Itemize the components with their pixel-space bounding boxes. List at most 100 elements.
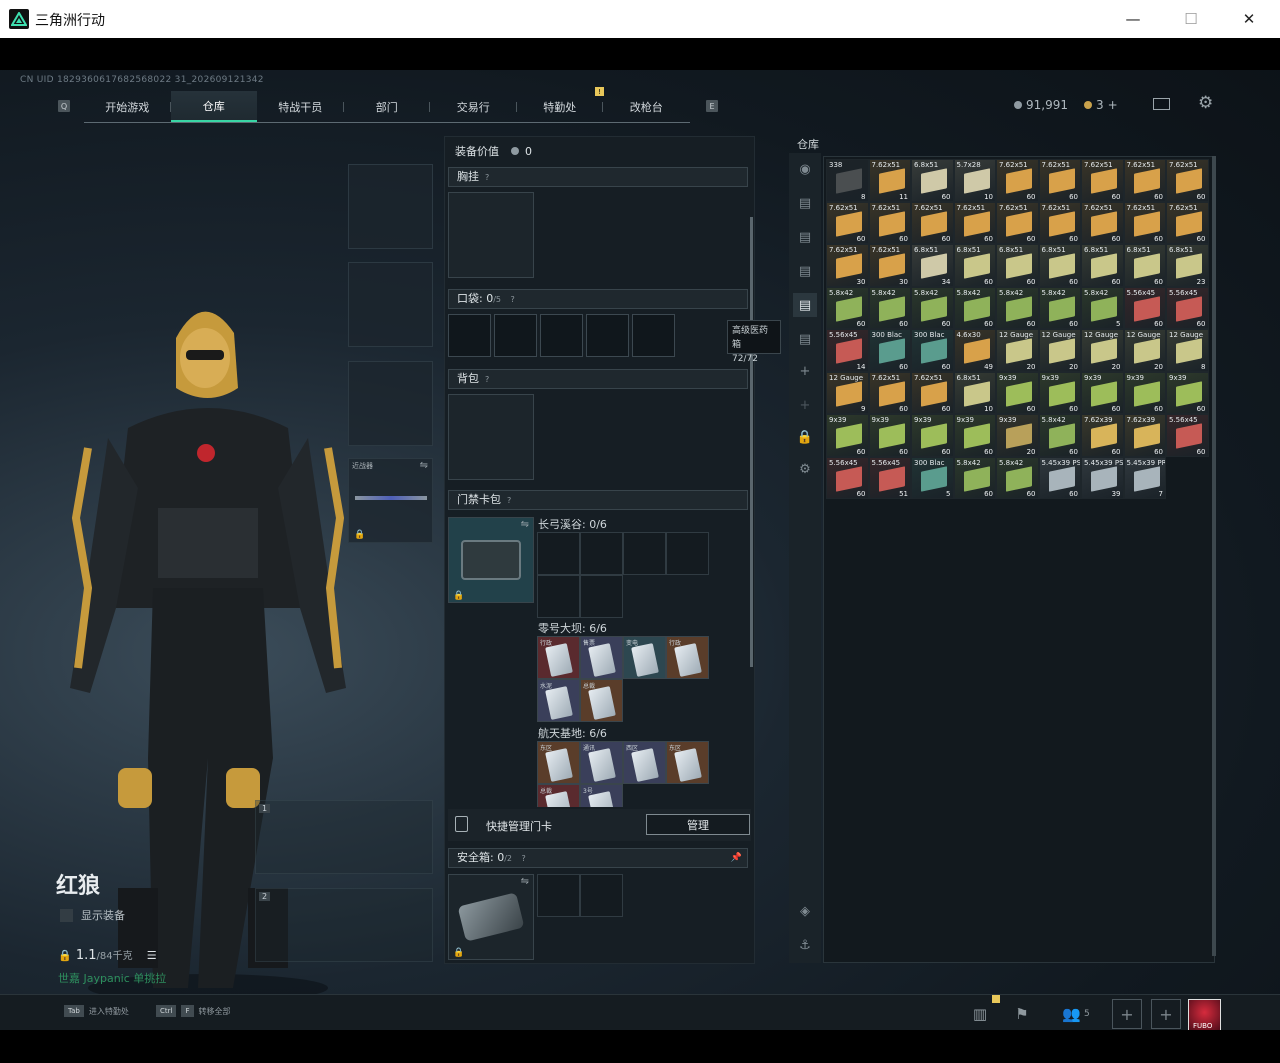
warehouse-item[interactable]: 9x39 60 — [826, 414, 869, 457]
tab-start-game[interactable]: 开始游戏 — [84, 91, 171, 122]
chest-rig-slot[interactable] — [448, 192, 534, 278]
tab-gunsmith[interactable]: 改枪台 — [603, 91, 690, 122]
manage-button[interactable]: 管理 — [646, 814, 750, 835]
warehouse-item[interactable]: 5.8x42 5 — [1081, 286, 1124, 329]
warehouse-item[interactable]: 6.8x51 60 — [996, 244, 1039, 287]
warehouse-item[interactable]: 6.8x51 60 — [1081, 244, 1124, 287]
tab-warehouse[interactable]: 仓库 — [170, 91, 257, 122]
warehouse-item[interactable]: 7.62x51 60 — [996, 159, 1039, 202]
warehouse-item[interactable]: 5.56x45 60 — [1123, 286, 1166, 329]
warehouse-item[interactable]: 7.62x51 60 — [868, 371, 911, 414]
warehouse-item[interactable]: 7.62x39 60 — [1123, 414, 1166, 457]
nav-prev-key[interactable]: Q — [58, 100, 70, 112]
gear-icon[interactable]: ⚙ — [793, 457, 817, 481]
tab-operators[interactable]: 特战干员 — [257, 91, 344, 122]
storage-page-icon[interactable]: ▤ — [793, 327, 817, 351]
warehouse-item[interactable]: 5.8x42 60 — [953, 286, 996, 329]
keycard-wallet-slot[interactable]: ⇋ 🔒 — [448, 517, 534, 603]
safe-cell[interactable] — [580, 874, 623, 917]
warehouse-item[interactable]: 7.62x51 60 — [996, 201, 1039, 244]
warehouse-item[interactable]: 12 Gauge 9 — [826, 371, 869, 414]
warehouse-item[interactable]: 7.62x51 60 — [911, 371, 954, 414]
help-icon[interactable]: ? — [522, 854, 526, 863]
warehouse-item[interactable]: 9x39 60 — [1166, 371, 1209, 414]
tab-market[interactable]: 交易行 — [430, 91, 517, 122]
warehouse-item[interactable]: 6.8x51 34 — [911, 244, 954, 287]
pocket-slot[interactable] — [448, 314, 491, 357]
warehouse-item[interactable]: 12 Gauge 20 — [1038, 329, 1081, 372]
warehouse-item[interactable]: 338 8 — [826, 159, 869, 202]
warehouse-item[interactable]: 5.45x39 PS 39 — [1081, 456, 1124, 499]
warehouse-item[interactable]: 7.62x51 30 — [826, 244, 869, 287]
safe-box-slot[interactable]: ⇋ 🔒 — [448, 874, 534, 960]
close-button[interactable]: ✕ — [1220, 0, 1278, 38]
swap-icon[interactable]: ⇋ — [521, 876, 529, 887]
warehouse-item[interactable]: 9x39 20 — [996, 414, 1039, 457]
keycard-item[interactable]: 总裁 — [580, 679, 623, 722]
warehouse-item[interactable]: 5.8x42 60 — [911, 286, 954, 329]
warehouse-item[interactable]: 12 Gauge 20 — [1081, 329, 1124, 372]
sort-icon[interactable]: ⚓ — [793, 933, 817, 957]
keycard-item[interactable]: 通讯 — [580, 741, 623, 784]
safe-cell[interactable] — [537, 874, 580, 917]
warehouse-item[interactable]: 7.62x51 60 — [1081, 159, 1124, 202]
storage-page-icon[interactable]: ▤ — [793, 225, 817, 249]
warehouse-item[interactable]: 5.8x42 60 — [953, 456, 996, 499]
keycard-cell[interactable] — [537, 575, 580, 618]
stats-icon[interactable]: ▥ — [964, 999, 996, 1029]
warehouse-item[interactable]: 9x39 60 — [1081, 371, 1124, 414]
warehouse-item[interactable]: 5.8x42 60 — [1038, 414, 1081, 457]
keycard-item[interactable]: 变电 — [623, 636, 666, 679]
warehouse-item[interactable]: 5.8x42 60 — [1038, 286, 1081, 329]
warehouse-item[interactable]: 5.8x42 60 — [996, 286, 1039, 329]
storage-page-icon[interactable]: ▤ — [793, 191, 817, 215]
nav-next-key[interactable]: E — [706, 100, 718, 112]
keycard-cell[interactable] — [537, 532, 580, 575]
transfer-all-hint[interactable]: Ctrl F 转移全部 — [156, 1005, 231, 1017]
keycard-cell[interactable] — [580, 575, 623, 618]
keycard-item[interactable]: 行政 — [666, 636, 709, 679]
warehouse-item[interactable]: 12 Gauge 20 — [996, 329, 1039, 372]
gear-icon[interactable]: ⚙ — [1198, 95, 1215, 112]
keycard-cell[interactable] — [623, 532, 666, 575]
warehouse-item[interactable]: 6.8x51 60 — [911, 159, 954, 202]
swap-icon[interactable]: ⇋ — [521, 519, 529, 530]
warehouse-item[interactable]: 5.8x42 60 — [996, 456, 1039, 499]
warehouse-item[interactable]: 5.8x42 60 — [868, 286, 911, 329]
warehouse-item[interactable]: 7.62x51 60 — [826, 201, 869, 244]
warehouse-item[interactable]: 6.8x51 23 — [1166, 244, 1209, 287]
warehouse-item[interactable]: 5.56x45 60 — [1166, 414, 1209, 457]
warehouse-item[interactable]: 5.56x45 14 — [826, 329, 869, 372]
keycard-cell[interactable] — [580, 532, 623, 575]
tab-hint[interactable]: Tab 进入特勤处 — [64, 1005, 129, 1017]
warehouse-item[interactable]: 9x39 60 — [868, 414, 911, 457]
add-page-icon[interactable]: + — [793, 359, 817, 383]
pocket-slot[interactable] — [494, 314, 537, 357]
help-icon[interactable]: ? — [485, 173, 489, 182]
warehouse-item[interactable]: 5.56x45 51 — [868, 456, 911, 499]
pocket-slot[interactable] — [540, 314, 583, 357]
pocket-slot[interactable] — [586, 314, 629, 357]
lock-icon[interactable]: 🔒 — [793, 425, 817, 449]
warehouse-item[interactable]: 7.62x51 60 — [1123, 201, 1166, 244]
warehouse-item[interactable]: 5.56x45 60 — [826, 456, 869, 499]
pocket-slot[interactable] — [632, 314, 675, 357]
warehouse-item[interactable]: 9x39 60 — [911, 414, 954, 457]
warehouse-item[interactable]: 7.62x51 60 — [953, 201, 996, 244]
warehouse-item[interactable]: 300 Blac 5 — [911, 456, 954, 499]
keycard-cell[interactable] — [666, 532, 709, 575]
warehouse-item[interactable]: 12 Gauge 20 — [1123, 329, 1166, 372]
swap-icon[interactable]: ⇋ — [420, 460, 428, 471]
warehouse-item[interactable]: 7.62x51 60 — [1166, 201, 1209, 244]
warehouse-item[interactable]: 7.62x51 30 — [868, 244, 911, 287]
warehouse-item[interactable]: 7.62x51 11 — [868, 159, 911, 202]
pistol-slot[interactable] — [348, 361, 433, 446]
warehouse-item[interactable]: 9x39 60 — [1123, 371, 1166, 414]
warehouse-item[interactable]: 7.62x51 60 — [868, 201, 911, 244]
warehouse-item[interactable]: 7.62x51 60 — [1123, 159, 1166, 202]
warehouse-item[interactable]: 7.62x51 60 — [1038, 201, 1081, 244]
squad-button[interactable]: 👥 5 — [1056, 999, 1096, 1029]
keycard-item[interactable]: 水泥 — [537, 679, 580, 722]
invite-slot-button[interactable]: + — [1151, 999, 1181, 1029]
warehouse-item[interactable]: 4.6x30 49 — [953, 329, 996, 372]
